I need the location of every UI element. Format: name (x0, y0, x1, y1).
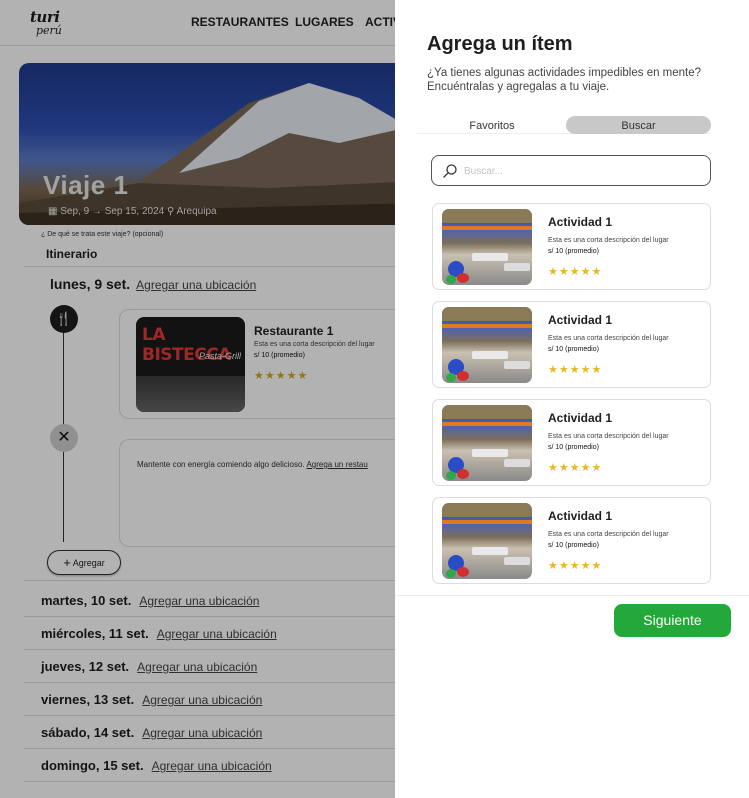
activity-image (442, 209, 532, 285)
activity-description: Esta es una corta descripción del lugar (548, 335, 669, 342)
activity-description: Esta es una corta descripción del lugar (548, 531, 669, 538)
next-button[interactable]: Siguiente (614, 604, 731, 637)
activity-card[interactable]: Actividad 1 Esta es una corta descripció… (432, 301, 711, 388)
star-icon: ★★★★★ (548, 364, 603, 376)
activity-card[interactable]: Actividad 1 Esta es una corta descripció… (432, 203, 711, 290)
activity-card[interactable]: Actividad 1 Esta es una corta descripció… (432, 399, 711, 486)
modal-footer-divider (395, 595, 749, 596)
activity-price: s/ 10 (promedio) (548, 542, 599, 549)
star-icon: ★★★★★ (548, 266, 603, 278)
activity-image (442, 503, 532, 579)
activity-description: Esta es una corta descripción del lugar (548, 237, 669, 244)
activity-price: s/ 10 (promedio) (548, 248, 599, 255)
activity-name: Actividad 1 (548, 313, 613, 327)
star-icon: ★★★★★ (548, 462, 603, 474)
modal-subtitle: ¿Ya tienes algunas actividades impedible… (427, 67, 702, 93)
search-box[interactable] (431, 155, 711, 186)
activity-image (442, 307, 532, 383)
modal-tabs: Favoritos Buscar (417, 116, 711, 134)
activity-image (442, 405, 532, 481)
activity-name: Actividad 1 (548, 411, 613, 425)
activity-name: Actividad 1 (548, 215, 613, 229)
activity-card[interactable]: Actividad 1 Esta es una corta descripció… (432, 497, 711, 584)
activity-price: s/ 10 (promedio) (548, 444, 599, 451)
search-input[interactable] (464, 162, 694, 180)
star-icon: ★★★★★ (548, 560, 603, 572)
search-icon (443, 164, 457, 178)
activity-price: s/ 10 (promedio) (548, 346, 599, 353)
activity-name: Actividad 1 (548, 509, 613, 523)
tab-favoritos[interactable]: Favoritos (417, 116, 567, 134)
modal-title: Agrega un ítem (427, 33, 573, 55)
activity-description: Esta es una corta descripción del lugar (548, 433, 669, 440)
add-item-modal: Agrega un ítem ¿Ya tienes algunas activi… (395, 0, 749, 798)
tab-buscar[interactable]: Buscar (566, 116, 711, 134)
